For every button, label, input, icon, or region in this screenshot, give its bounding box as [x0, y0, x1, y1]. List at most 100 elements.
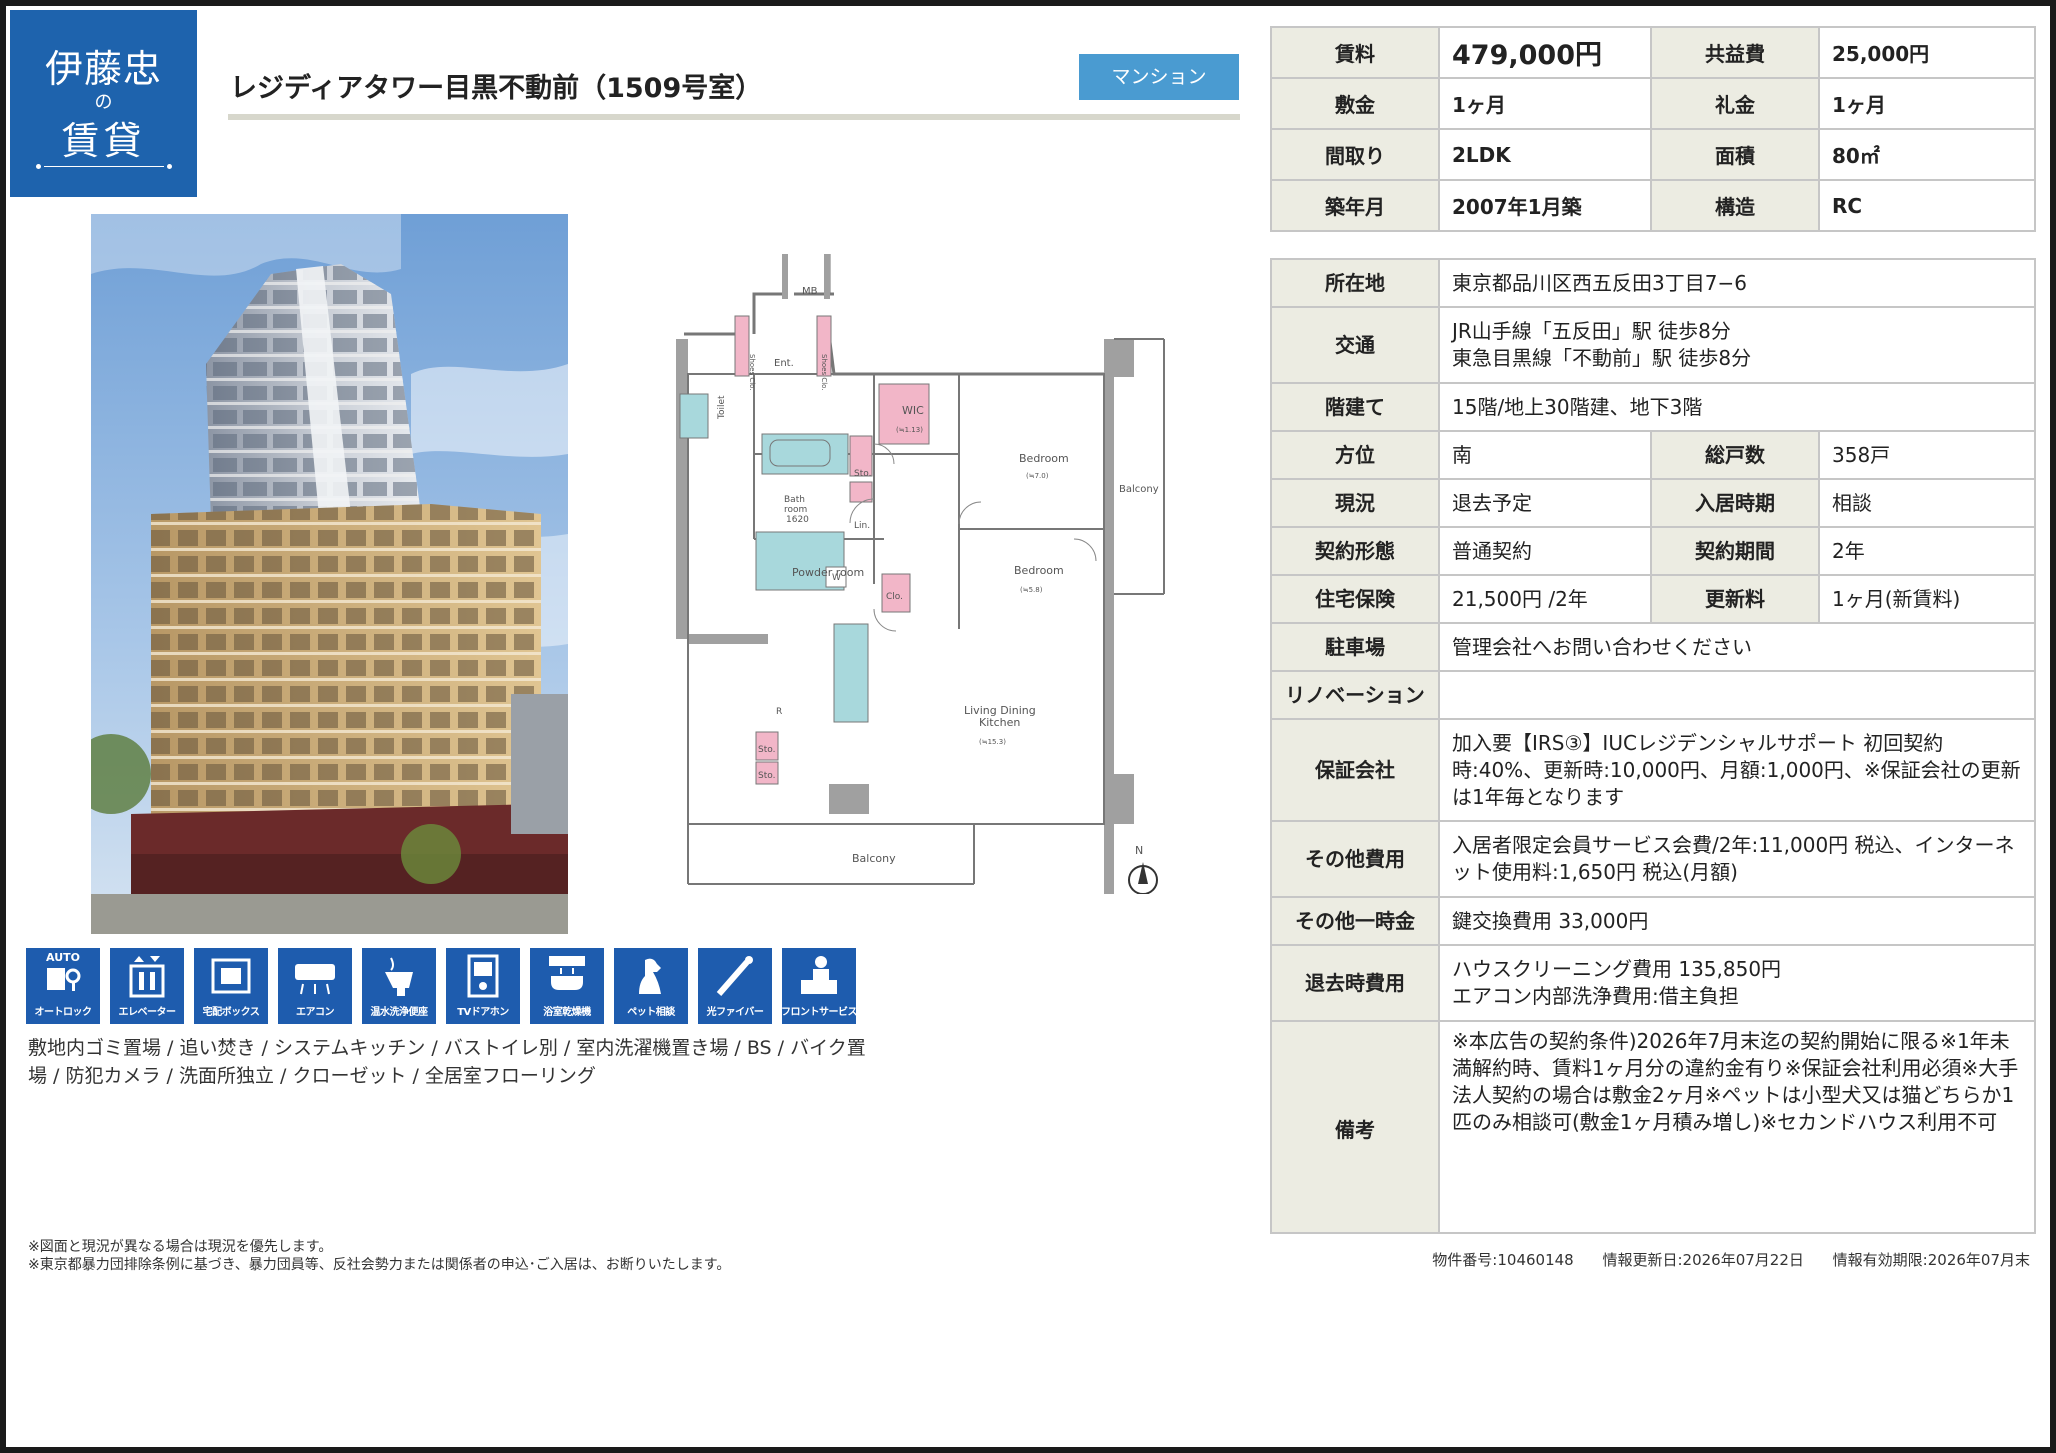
insurance-value: 21,500円 /2年 [1438, 574, 1652, 624]
one-time-label: その他一時金 [1270, 896, 1440, 946]
table-row: 方位 南 総戸数 358戸 [1270, 430, 2037, 480]
fp-label-bedroom1-area: (≒7.0) [1026, 472, 1049, 480]
table-row: その他一時金 鍵交換費用 33,000円 [1270, 896, 2037, 946]
parking-label: 駐車場 [1270, 622, 1440, 672]
contract-type-value: 普通契約 [1438, 526, 1652, 576]
common-fee-value: 25,000円 [1818, 26, 2036, 79]
amenity-pet: ペット相談 [614, 948, 688, 1024]
direction-value: 南 [1438, 430, 1652, 480]
common-fee-label: 共益費 [1650, 26, 1820, 79]
footnote-1: ※図面と現況が異なる場合は現況を優先します。 [28, 1239, 333, 1255]
remarks-value: ※本広告の契約条件)2026年7月末迄の契約開始に限る※1年未満解約時、賃料1ヶ… [1437, 1020, 2037, 1234]
amenity-washlet-label: 温水洗浄便座 [370, 1007, 429, 1018]
title-underline [228, 114, 1240, 120]
total-units-label: 総戸数 [1650, 430, 1820, 480]
amenity-front-service-label: フロントサービス [781, 1007, 858, 1018]
amenity-air-conditioner-label: エアコン [296, 1007, 335, 1018]
delivery-box-icon [211, 958, 251, 994]
fp-label-wic-area: (≒1.13) [896, 426, 923, 434]
transport-label: 交通 [1270, 306, 1440, 384]
fp-label-bath: Bath [784, 495, 805, 505]
amenity-delivery-box: 宅配ボックス [194, 948, 268, 1024]
elevator-icon [129, 956, 165, 998]
fp-label-sto2: Sto. [758, 745, 775, 755]
floors-label: 階建て [1270, 382, 1440, 432]
amenity-icons: AUTO オートロック エレベーター 宅配ボックス エアコン 温水洗浄便座 TV… [26, 948, 858, 1024]
contract-period-value: 2年 [1817, 526, 2037, 576]
key-money-label: 礼金 [1650, 77, 1820, 130]
guarantor-label: 保証会社 [1270, 718, 1440, 822]
renovation-value [1437, 670, 2037, 720]
listing-meta: 物件番号:10460148 情報更新日:2026年07月22日 情報有効期限:2… [1410, 1249, 2030, 1270]
amenity-front-service: フロントサービス [781, 948, 858, 1024]
summary-table: 賃料 479,000円 共益費 25,000円 敷金 1ヶ月 礼金 1ヶ月 間取… [1270, 26, 2036, 232]
table-row: 階建て 15階/地上30階建、地下3階 [1270, 382, 2037, 432]
floor-plan-drawing: MB Shoes Clo. Ent. Shoes Clo. Toilet WIC… [676, 254, 1165, 895]
pet-icon [639, 958, 661, 994]
fp-label-sto3: Sto. [758, 771, 775, 781]
area-value: 80㎡ [1818, 128, 2036, 181]
amenity-fiber-label: 光ファイバー [706, 1007, 764, 1018]
washlet-icon [385, 957, 413, 996]
renewal-fee-label: 更新料 [1650, 574, 1820, 624]
built-value: 2007年1月築 [1438, 179, 1652, 232]
rent-label: 賃料 [1270, 26, 1440, 79]
amenity-elevator: エレベーター [110, 948, 184, 1024]
logo-ornament [36, 164, 172, 169]
table-row: 住宅保険 21,500円 /2年 更新料 1ヶ月(新賃料) [1270, 574, 2037, 624]
transport-line-1: JR山手線「五反田」駅 徒歩8分 [1452, 319, 1731, 343]
table-row: 駐車場 管理会社へお問い合わせください [1270, 622, 2037, 672]
fp-label-sto1: Sto. [854, 469, 871, 479]
tv-intercom-icon [467, 954, 499, 998]
floor-plan: MB Shoes Clo. Ent. Shoes Clo. Toilet WIC… [674, 254, 1194, 895]
renovation-label: リノベーション [1270, 670, 1440, 720]
logo-text-1: 伊藤忠 [44, 47, 162, 91]
footnotes: ※図面と現況が異なる場合は現況を優先します。 ※東京都暴力団排除条例に基づき、暴… [28, 1238, 730, 1274]
table-row: 退去時費用 ハウスクリーニング費用 135,850円 エアコン内部洗浄費用:借主… [1270, 944, 2037, 1022]
structure-value: RC [1818, 179, 2036, 232]
guarantor-value: 加入要【IRS③】IUCレジデンシャルサポート 初回契約時:40%、更新時:10… [1437, 718, 2037, 822]
address-label: 所在地 [1270, 258, 1440, 308]
moveout-line-2: エアコン内部洗浄費用:借主負担 [1452, 984, 1739, 1008]
equipment-list: 敷地内ゴミ置場 / 追い焚き / システムキッチン / バストイレ別 / 室内洗… [28, 1037, 866, 1087]
listing-page: 伊藤忠 の 賃貸 レジディアタワー目黒不動前（1509号室） マンション MB … [6, 6, 2050, 1447]
amenity-fiber: 光ファイバー [698, 948, 772, 1024]
amenity-autolock-label: オートロック [34, 1007, 93, 1018]
fp-label-bath3: 1620 [786, 515, 809, 525]
other-fees-value: 入居者限定会員サービス会費/2年:11,000円 税込、インターネット使用料:1… [1437, 820, 2037, 898]
table-row: 築年月 2007年1月築 構造 RC [1270, 179, 2036, 232]
amenity-washlet: 温水洗浄便座 [362, 948, 436, 1024]
status-label: 現況 [1270, 478, 1440, 528]
fp-label-clo: Clo. [886, 592, 903, 602]
fp-label-north: N [1135, 844, 1143, 857]
table-row: その他費用 入居者限定会員サービス会費/2年:11,000円 税込、インターネッ… [1270, 820, 2037, 898]
table-row: 敷金 1ヶ月 礼金 1ヶ月 [1270, 77, 2036, 130]
fiber-icon [716, 956, 753, 996]
move-in-value: 相談 [1817, 478, 2037, 528]
fp-label-powder: Powder room [792, 566, 864, 579]
updated-date: 情報更新日:2026年07月22日 [1602, 1251, 1804, 1269]
renewal-fee-value: 1ヶ月(新賃料) [1817, 574, 2037, 624]
table-row: 賃料 479,000円 共益費 25,000円 [1270, 26, 2036, 79]
valid-until: 情報有効期限:2026年07月末 [1832, 1251, 2030, 1269]
brand-logo[interactable]: 伊藤忠 の 賃貸 [10, 10, 197, 197]
fp-label-shoes2: Shoes Clo. [820, 354, 828, 391]
table-row: 契約形態 普通契約 契約期間 2年 [1270, 526, 2037, 576]
address-value: 東京都品川区西五反田3丁目7−6 [1437, 258, 2037, 308]
structure-label: 構造 [1650, 179, 1820, 232]
contract-type-label: 契約形態 [1270, 526, 1440, 576]
deposit-value: 1ヶ月 [1438, 77, 1652, 130]
fp-label-bedroom2-area: (≒5.8) [1020, 586, 1043, 594]
amenity-tv-intercom-label: TVドアホン [457, 1007, 509, 1018]
table-row: リノベーション [1270, 670, 2037, 720]
remarks-label: 備考 [1270, 1020, 1440, 1234]
area-label: 面積 [1650, 128, 1820, 181]
transport-value: JR山手線「五反田」駅 徒歩8分 東急目黒線「不動前」駅 徒歩8分 [1437, 306, 2037, 384]
fp-label-ent: Ent. [774, 358, 794, 369]
parking-value: 管理会社へお問い合わせください [1437, 622, 2037, 672]
moveout-line-1: ハウスクリーニング費用 135,850円 [1452, 957, 1782, 981]
amenity-air-conditioner: エアコン [278, 948, 352, 1024]
logo-text-3: 賃貸 [61, 119, 146, 163]
amenity-delivery-box-label: 宅配ボックス [202, 1007, 260, 1018]
fp-label-shoes1: Shoes Clo. [748, 354, 756, 391]
